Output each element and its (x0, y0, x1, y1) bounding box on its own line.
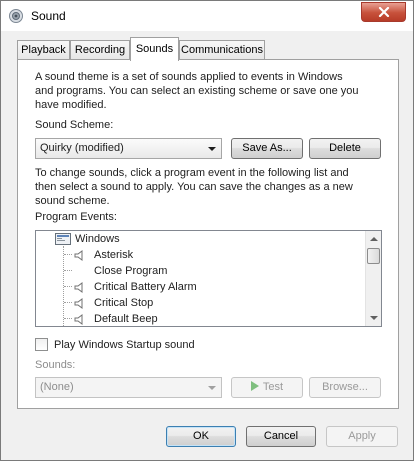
close-button[interactable] (361, 2, 406, 22)
play-icon (250, 381, 259, 391)
test-button[interactable]: Test (231, 377, 303, 398)
speaker-app-icon (8, 8, 24, 24)
cancel-button[interactable]: Cancel (246, 426, 316, 447)
play-startup-sound-checkbox[interactable] (35, 338, 48, 351)
scroll-down-button[interactable] (366, 310, 381, 326)
tree-branch (64, 318, 72, 319)
scroll-thumb[interactable] (367, 248, 380, 264)
event-label: Critical Stop (94, 297, 154, 309)
tab-communications[interactable]: Communications (179, 40, 265, 60)
close-icon (378, 7, 390, 17)
sound-scheme-dropdown[interactable]: Quirky (modified) (35, 138, 222, 159)
sound-scheme-label: Sound Scheme: (35, 119, 114, 131)
tree-branch (64, 254, 72, 255)
events-scrollbar[interactable] (365, 231, 381, 326)
delete-button[interactable]: Delete (309, 138, 381, 159)
sound-file-value: (None) (40, 381, 74, 393)
instructions-line-1: To change sounds, click a program event … (35, 167, 349, 179)
scroll-up-button[interactable] (366, 231, 381, 247)
instructions-line-2: then select a sound to apply. You can sa… (35, 181, 353, 193)
tree-branch (64, 302, 72, 303)
sound-scheme-value: Quirky (modified) (40, 142, 124, 154)
program-events-label: Program Events: (35, 211, 117, 223)
tab-recording[interactable]: Recording (70, 40, 130, 60)
title-bar: Sound (1, 1, 413, 31)
speaker-icon (74, 298, 85, 314)
play-startup-sound-label: Play Windows Startup sound (54, 339, 195, 351)
event-group-label: Windows (75, 233, 120, 245)
test-button-label: Test (262, 381, 284, 393)
speaker-icon (74, 314, 85, 326)
program-events-list[interactable]: Windows Asterisk Close Program Critical … (35, 230, 382, 327)
event-label: Asterisk (94, 249, 134, 261)
windows-group-icon (55, 233, 71, 250)
sounds-tab-panel: A sound theme is a set of sounds applied… (17, 59, 399, 409)
instructions-line-3: sound scheme. (35, 195, 110, 207)
event-label: Critical Battery Alarm (94, 281, 197, 293)
scroll-down-arrow-icon (370, 316, 378, 320)
event-label: Default Beep (94, 313, 158, 325)
dropdown-arrow-icon (208, 386, 216, 390)
tree-branch (64, 286, 72, 287)
window-title: Sound (31, 9, 66, 23)
apply-button[interactable]: Apply (326, 426, 398, 447)
scheme-description-line-1: A sound theme is a set of sounds applied… (35, 71, 343, 83)
tab-sounds[interactable]: Sounds (130, 37, 179, 61)
scheme-description-line-3: have modified. (35, 99, 107, 111)
scheme-description-line-2: and programs. You can select an existing… (35, 85, 359, 97)
browse-button[interactable]: Browse... (309, 377, 381, 398)
sound-dialog: Sound Playback Recording Sounds Communic… (0, 0, 414, 461)
event-label: Close Program (94, 265, 168, 277)
sound-file-dropdown[interactable]: (None) (35, 377, 222, 398)
speaker-icon (74, 250, 85, 266)
save-as-button[interactable]: Save As... (231, 138, 303, 159)
scroll-up-arrow-icon (370, 237, 378, 241)
ok-button[interactable]: OK (166, 426, 236, 447)
tree-branch (64, 270, 72, 271)
sounds-label: Sounds: (35, 359, 76, 371)
tab-playback[interactable]: Playback (17, 40, 70, 60)
dropdown-arrow-icon (208, 147, 216, 151)
speaker-icon (74, 282, 85, 298)
